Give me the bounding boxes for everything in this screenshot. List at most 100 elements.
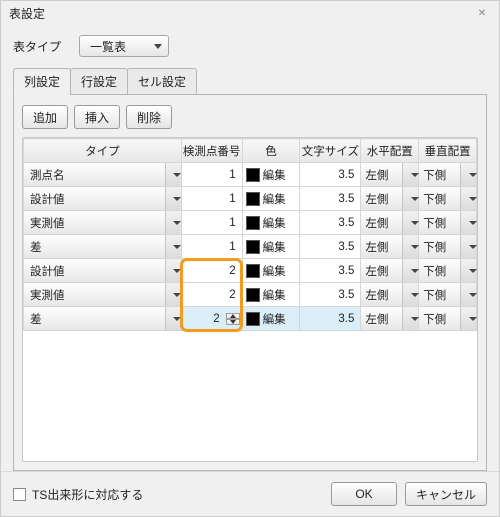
valign-combo[interactable]: 下側 (419, 307, 476, 330)
color-cell[interactable]: 編集 (243, 211, 300, 234)
chevron-down-icon (402, 307, 418, 330)
chevron-down-icon (402, 283, 418, 306)
fontsize-value[interactable]: 3.5 (300, 163, 361, 187)
color-cell[interactable]: 編集 (243, 307, 300, 330)
tab-columns[interactable]: 列設定 (13, 68, 71, 95)
tab-rows[interactable]: 行設定 (70, 68, 128, 95)
delete-button[interactable]: 削除 (126, 105, 172, 129)
type-combo[interactable]: 設計値 (24, 259, 181, 282)
header-color[interactable]: 色 (242, 139, 300, 163)
table-row[interactable]: 実測値1編集3.5左側下側 (24, 211, 477, 235)
fontsize-value[interactable]: 3.5 (300, 211, 361, 235)
header-valign[interactable]: 垂直配置 (419, 139, 477, 163)
color-edit-label: 編集 (263, 311, 286, 327)
valign-combo[interactable]: 下側 (419, 211, 476, 234)
no-spinner[interactable]: 2 (182, 307, 242, 330)
color-cell[interactable]: 編集 (243, 283, 300, 306)
type-combo[interactable]: 設計値 (24, 187, 181, 210)
chevron-down-icon (460, 163, 476, 186)
color-cell[interactable]: 編集 (243, 259, 300, 282)
no-value[interactable]: 2 (181, 259, 242, 283)
no-value[interactable]: 1 (181, 187, 242, 211)
color-cell[interactable]: 編集 (243, 187, 300, 210)
header-halign[interactable]: 水平配置 (361, 139, 419, 163)
halign-value: 左側 (365, 191, 388, 207)
fontsize-value[interactable]: 3.5 (300, 307, 361, 331)
header-fontsize[interactable]: 文字サイズ (300, 139, 361, 163)
chevron-down-icon (165, 259, 181, 282)
no-value[interactable]: 1 (181, 235, 242, 259)
add-button[interactable]: 追加 (22, 105, 68, 129)
valign-combo[interactable]: 下側 (419, 283, 476, 306)
table-type-combo[interactable]: 一覧表 (79, 35, 169, 57)
type-combo[interactable]: 測点名 (24, 163, 181, 186)
valign-value: 下側 (423, 287, 446, 303)
type-combo[interactable]: 実測値 (24, 283, 181, 306)
no-value: 2 (213, 313, 219, 325)
close-icon[interactable]: ✕ (473, 6, 491, 20)
valign-combo[interactable]: 下側 (419, 235, 476, 258)
halign-combo[interactable]: 左側 (361, 163, 418, 186)
table-type-value: 一覧表 (90, 38, 126, 55)
chevron-down-icon (402, 259, 418, 282)
header-no[interactable]: 検測点番号 (181, 139, 242, 163)
halign-value: 左側 (365, 311, 388, 327)
valign-value: 下側 (423, 263, 446, 279)
table-row[interactable]: 差 1 編集 3.5左側 下側 (24, 235, 477, 259)
color-cell[interactable]: 編集 (243, 163, 300, 186)
cancel-button[interactable]: キャンセル (405, 482, 487, 506)
valign-combo[interactable]: 下側 (419, 163, 476, 186)
chevron-down-icon (165, 307, 181, 330)
spin-down-icon[interactable] (226, 319, 240, 325)
halign-combo[interactable]: 左側 (361, 307, 418, 330)
table-row[interactable]: 設計値2編集3.5左側 下側 (24, 259, 477, 283)
halign-value: 左側 (365, 263, 388, 279)
table-row[interactable]: 実測値2編集3.5左側 下側 (24, 283, 477, 307)
type-combo[interactable]: 実測値 (24, 211, 181, 234)
fontsize-value[interactable]: 3.5 (300, 187, 361, 211)
table-row[interactable]: 測点名 1 編集 3.5左側 下側 (24, 163, 477, 187)
halign-value: 左側 (365, 239, 388, 255)
halign-value: 左側 (365, 287, 388, 303)
table-row[interactable]: 設計値 1編集3.5左側 下側 (24, 187, 477, 211)
halign-combo[interactable]: 左側 (361, 235, 418, 258)
no-value[interactable]: 1 (181, 163, 242, 187)
color-edit-label: 編集 (263, 167, 286, 183)
color-edit-label: 編集 (263, 239, 286, 255)
table-type-label: 表タイプ (13, 38, 61, 55)
ts-checkbox-label: TS出来形に対応する (32, 486, 143, 503)
valign-combo[interactable]: 下側 (419, 187, 476, 210)
color-swatch (246, 216, 260, 230)
halign-combo[interactable]: 左側 (361, 187, 418, 210)
color-cell[interactable]: 編集 (243, 235, 300, 258)
fontsize-value[interactable]: 3.5 (300, 235, 361, 259)
color-swatch (246, 264, 260, 278)
halign-combo[interactable]: 左側 (361, 211, 418, 234)
halign-combo[interactable]: 左側 (361, 259, 418, 282)
halign-value: 左側 (365, 167, 388, 183)
no-value[interactable]: 1 (181, 211, 242, 235)
color-swatch (246, 312, 260, 326)
chevron-down-icon (460, 211, 476, 234)
ts-checkbox[interactable] (13, 488, 26, 501)
type-value: 測点名 (30, 167, 65, 183)
chevron-down-icon (165, 283, 181, 306)
valign-combo[interactable]: 下側 (419, 259, 476, 282)
header-type[interactable]: タイプ (24, 139, 182, 163)
halign-combo[interactable]: 左側 (361, 283, 418, 306)
type-combo[interactable]: 差 (24, 235, 181, 258)
chevron-down-icon (460, 259, 476, 282)
fontsize-value[interactable]: 3.5 (300, 259, 361, 283)
insert-button[interactable]: 挿入 (74, 105, 120, 129)
chevron-down-icon (402, 235, 418, 258)
fontsize-value[interactable]: 3.5 (300, 283, 361, 307)
no-value[interactable]: 2 (181, 283, 242, 307)
color-swatch (246, 168, 260, 182)
ok-button[interactable]: OK (331, 482, 397, 506)
type-value: 設計値 (30, 191, 65, 207)
tab-cells[interactable]: セル設定 (127, 68, 197, 95)
type-value: 差 (30, 239, 42, 255)
type-combo[interactable]: 差 (24, 307, 181, 330)
dialog-title: 表設定 (9, 5, 45, 22)
table-row[interactable]: 差 2 編集 3.5左側 下側 (24, 307, 477, 331)
